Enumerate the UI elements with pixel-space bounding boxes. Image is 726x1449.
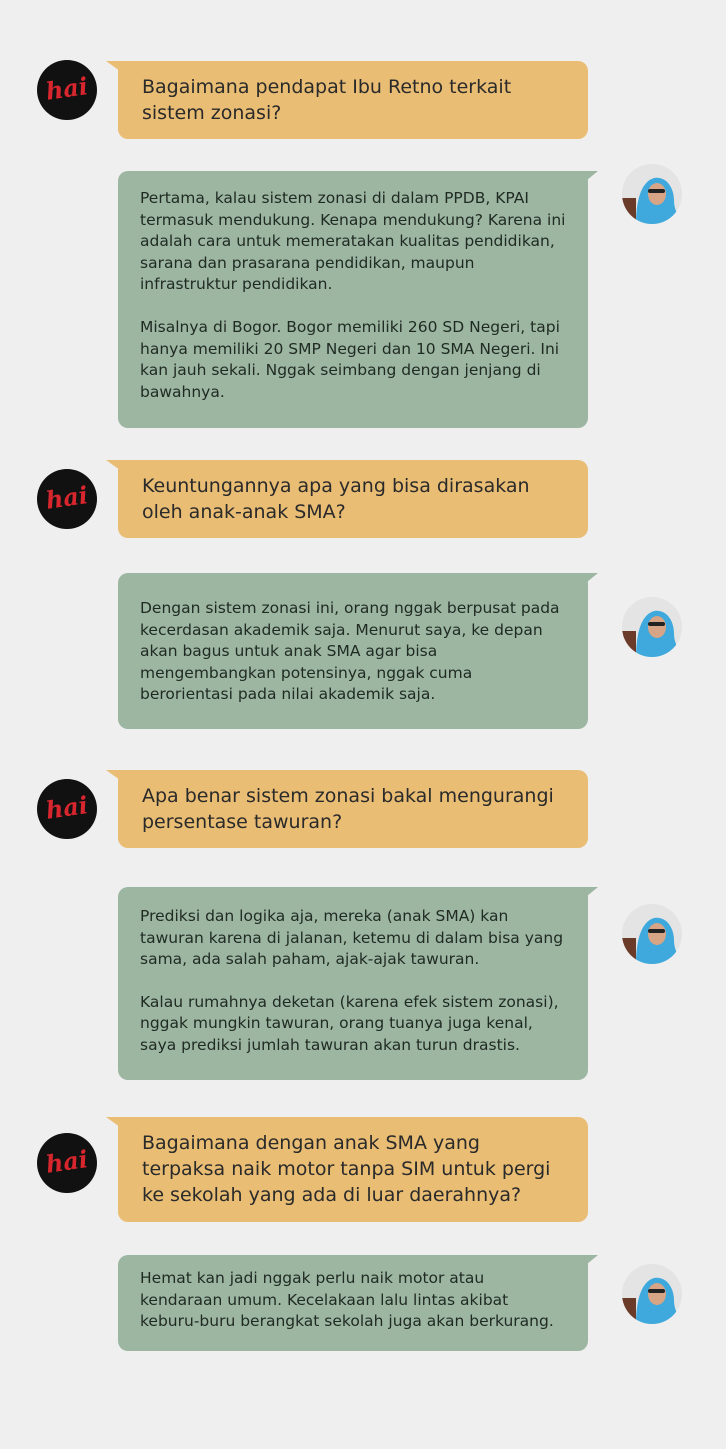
- question-bubble: Bagaimana pendapat Ibu Retno terkait sis…: [106, 61, 588, 139]
- retno-avatar: [622, 1264, 682, 1324]
- bubble-tail: [576, 573, 598, 591]
- question-bubble: Keuntungannya apa yang bisa dirasakan ol…: [106, 460, 588, 538]
- person-hijab-icon: [622, 164, 682, 224]
- answer-bubble: Pertama, kalau sistem zonasi di dalam PP…: [118, 171, 598, 428]
- svg-text:hai: hai: [44, 1144, 90, 1179]
- person-hijab-icon: [622, 597, 682, 657]
- retno-avatar: [622, 904, 682, 964]
- retno-avatar: [622, 164, 682, 224]
- svg-text:hai: hai: [44, 790, 90, 825]
- bubble-tail: [576, 171, 598, 189]
- question-text: Apa benar sistem zonasi bakal mengurangi…: [142, 785, 554, 833]
- answer-paragraph: Dengan sistem zonasi ini, orang nggak be…: [140, 599, 560, 704]
- question-text: Keuntungannya apa yang bisa dirasakan ol…: [142, 475, 530, 523]
- answer-paragraph: Hemat kan jadi nggak perlu naik motor at…: [140, 1269, 554, 1331]
- bubble-tail: [576, 887, 598, 905]
- bubble-tail: [106, 1117, 134, 1137]
- bubble-tail: [106, 61, 134, 81]
- hai-logo-icon: hai: [44, 71, 90, 106]
- answer-bubble: Prediksi dan logika aja, mereka (anak SM…: [118, 887, 598, 1080]
- hai-logo-icon: hai: [44, 480, 90, 515]
- hai-logo-avatar: hai: [37, 60, 97, 120]
- question-text: Bagaimana dengan anak SMA yang terpaksa …: [142, 1132, 551, 1206]
- bubble-tail: [576, 1255, 598, 1273]
- question-bubble: Apa benar sistem zonasi bakal mengurangi…: [106, 770, 588, 848]
- question-bubble: Bagaimana dengan anak SMA yang terpaksa …: [106, 1117, 588, 1222]
- person-hijab-icon: [622, 904, 682, 964]
- person-hijab-icon: [622, 1264, 682, 1324]
- answer-bubble: Hemat kan jadi nggak perlu naik motor at…: [118, 1255, 598, 1351]
- bubble-tail: [106, 770, 134, 790]
- hai-logo-avatar: hai: [37, 469, 97, 529]
- answer-paragraph: Pertama, kalau sistem zonasi di dalam PP…: [140, 189, 566, 294]
- hai-logo-icon: hai: [44, 1144, 90, 1179]
- hai-logo-avatar: hai: [37, 779, 97, 839]
- svg-text:hai: hai: [44, 71, 90, 106]
- hai-logo-avatar: hai: [37, 1133, 97, 1193]
- retno-avatar: [622, 597, 682, 657]
- svg-text:hai: hai: [44, 480, 90, 515]
- answer-paragraph: Prediksi dan logika aja, mereka (anak SM…: [140, 907, 564, 969]
- answer-paragraph: Misalnya di Bogor. Bogor memiliki 260 SD…: [140, 317, 560, 401]
- answer-bubble: Dengan sistem zonasi ini, orang nggak be…: [118, 573, 598, 729]
- hai-logo-icon: hai: [44, 790, 90, 825]
- question-text: Bagaimana pendapat Ibu Retno terkait sis…: [142, 76, 512, 124]
- bubble-tail: [106, 460, 134, 480]
- answer-paragraph: Kalau rumahnya deketan (karena efek sist…: [140, 992, 559, 1054]
